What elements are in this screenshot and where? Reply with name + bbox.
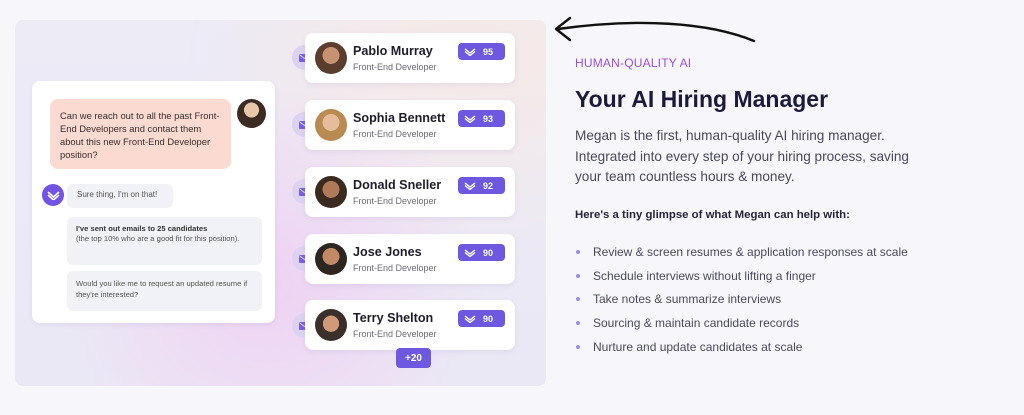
candidate-avatar — [315, 42, 347, 74]
match-score: 93 — [483, 113, 494, 124]
candidate-role: Front-End Developer — [353, 196, 437, 206]
feature-text: Sourcing & maintain candidate records — [593, 316, 800, 331]
candidate-card[interactable]: Donald Sneller Front-End Developer 92 — [305, 167, 515, 217]
candidate-card[interactable]: Terry Shelton Front-End Developer 90 — [305, 300, 515, 350]
candidate-card[interactable]: Pablo Murray Front-End Developer 95 — [305, 33, 515, 83]
feature-text: Review & screen resumes & application re… — [593, 244, 908, 259]
intro-text: Megan is the first, human-quality AI hir… — [575, 128, 909, 184]
bullet-icon — [576, 321, 580, 326]
more-candidates-badge[interactable]: +20 — [396, 348, 431, 368]
candidate-name: Terry Shelton — [353, 311, 434, 325]
candidate-card[interactable]: Sophia Bennett Front-End Developer 93 — [305, 100, 515, 150]
candidate-avatar — [315, 109, 347, 141]
megan-logo-icon — [42, 184, 64, 206]
feature-item: Sourcing & maintain candidate records — [575, 311, 908, 335]
eyebrow-label: HUMAN-QUALITY AI — [575, 56, 692, 70]
page-title: Your AI Hiring Manager — [575, 86, 829, 112]
candidate-name: Sophia Bennett — [353, 111, 446, 125]
candidate-card[interactable]: Jose Jones Front-End Developer 90 — [305, 234, 515, 284]
match-score-badge: 90 — [458, 310, 505, 327]
bot-message: Sure thing, I'm on that! — [67, 184, 173, 208]
candidate-name: Donald Sneller — [353, 178, 442, 192]
feature-text: Nurture and update candidates at scale — [593, 340, 803, 355]
feature-item: Schedule interviews without lifting a fi… — [575, 264, 908, 288]
bot-message: Would you like me to request an updated … — [67, 271, 262, 311]
candidate-name: Pablo Murray — [353, 44, 433, 58]
match-score: 90 — [483, 313, 494, 324]
match-score-badge: 93 — [458, 110, 505, 127]
match-score-badge: 95 — [458, 43, 505, 60]
candidate-role: Front-End Developer — [353, 62, 437, 72]
bot-message-detail: (the top 10% who are a good fit for this… — [76, 234, 240, 244]
feature-item: Take notes & summarize interviews — [575, 288, 908, 312]
bot-message: I've sent out emails to 25 candidates (t… — [67, 217, 262, 265]
candidate-avatar — [315, 176, 347, 208]
match-score: 92 — [483, 180, 494, 191]
candidate-role: Front-End Developer — [353, 329, 437, 339]
feature-item: Review & screen resumes & application re… — [575, 240, 908, 264]
candidate-avatar — [315, 309, 347, 341]
bullet-icon — [576, 249, 580, 254]
features-heading: Here's a tiny glimpse of what Megan can … — [575, 209, 850, 221]
score-logo-icon — [464, 181, 476, 190]
candidate-name: Jose Jones — [353, 245, 422, 259]
match-score-badge: 90 — [458, 244, 505, 261]
match-score: 95 — [483, 46, 494, 57]
match-score-badge: 92 — [458, 177, 505, 194]
score-logo-icon — [464, 248, 476, 257]
score-logo-icon — [464, 47, 476, 56]
candidate-role: Front-End Developer — [353, 129, 437, 139]
user-message: Can we reach out to all the past Front-E… — [50, 99, 231, 169]
score-logo-icon — [464, 314, 476, 323]
score-logo-icon — [464, 114, 476, 123]
feature-item: Nurture and update candidates at scale — [575, 335, 908, 359]
bullet-icon — [576, 297, 580, 302]
feature-text: Schedule interviews without lifting a fi… — [593, 268, 816, 283]
feature-text: Take notes & summarize interviews — [593, 292, 782, 307]
arrow-icon — [554, 16, 756, 43]
match-score: 90 — [483, 247, 494, 258]
features-list: Review & screen resumes & application re… — [575, 240, 908, 359]
bullet-icon — [576, 345, 580, 350]
bullet-icon — [576, 273, 580, 278]
candidate-role: Front-End Developer — [353, 263, 437, 273]
bot-message-bold: I've sent out emails to 25 candidates — [76, 224, 208, 233]
chat-panel: Can we reach out to all the past Front-E… — [32, 81, 275, 323]
candidate-avatar — [315, 243, 347, 275]
user-avatar — [237, 99, 266, 128]
